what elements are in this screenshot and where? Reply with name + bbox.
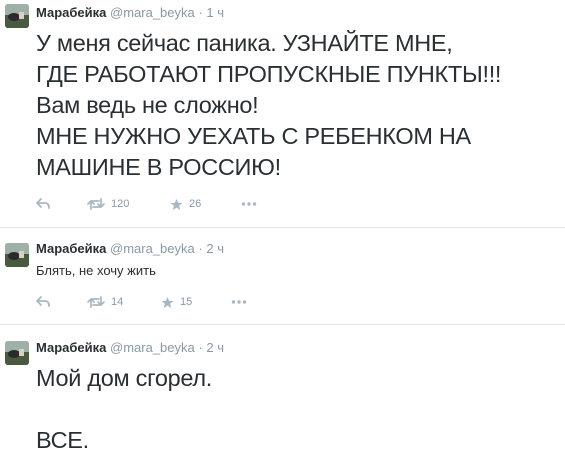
more-button[interactable]	[231, 294, 247, 310]
tweet[interactable]: Марабейка @mara_beyka · 2 ч Блять, не хо…	[0, 228, 565, 323]
reply-icon	[36, 296, 50, 308]
more-dots-icon	[241, 201, 257, 207]
author-name[interactable]: Марабейка	[36, 5, 106, 20]
retweet-button[interactable]: 14	[87, 294, 123, 310]
timestamp[interactable]: 2 ч	[206, 340, 224, 355]
star-icon	[161, 296, 174, 309]
retweet-count: 14	[111, 296, 124, 308]
reply-button[interactable]	[36, 294, 50, 310]
separator: ·	[198, 5, 203, 20]
reply-icon	[36, 198, 50, 210]
retweet-icon	[87, 296, 105, 308]
retweet-button[interactable]: 120	[87, 196, 129, 212]
author-name[interactable]: Марабейка	[36, 340, 106, 355]
avatar[interactable]	[5, 4, 29, 28]
retweet-icon	[87, 198, 105, 210]
favorite-count: 26	[189, 198, 202, 210]
tweet-text: Блять, не хочу жить	[36, 263, 156, 278]
star-icon	[170, 198, 183, 211]
more-button[interactable]	[241, 196, 257, 212]
retweet-count: 120	[111, 198, 130, 210]
tweet[interactable]: Марабейка @mara_beyka · 2 ч Мой дом сгор…	[0, 325, 565, 468]
author-handle[interactable]: @mara_beyka	[110, 241, 195, 256]
tweet-header: Марабейка @mara_beyka · 2 ч	[36, 241, 224, 257]
favorite-button[interactable]: 15	[161, 294, 192, 310]
reply-button[interactable]	[36, 196, 50, 212]
tweet-text: У меня сейчас паника. УЗНАЙТЕ МНЕ, ГДЕ Р…	[36, 30, 502, 180]
more-dots-icon	[231, 299, 247, 305]
tweet[interactable]: Марабейка @mara_beyka · 1 ч У меня сейча…	[0, 0, 565, 226]
tweet-header: Марабейка @mara_beyka · 1 ч	[36, 5, 224, 21]
timestamp[interactable]: 1 ч	[206, 5, 224, 20]
avatar[interactable]	[5, 341, 29, 365]
separator: ·	[198, 340, 203, 355]
separator: ·	[198, 241, 203, 256]
author-name[interactable]: Марабейка	[36, 241, 106, 256]
timestamp[interactable]: 2 ч	[206, 241, 224, 256]
favorite-button[interactable]: 26	[170, 196, 201, 212]
avatar[interactable]	[5, 243, 29, 267]
author-handle[interactable]: @mara_beyka	[110, 340, 195, 355]
favorite-count: 15	[180, 296, 193, 308]
tweet-text: Мой дом сгорел. ВСЕ.	[36, 365, 213, 453]
tweet-header: Марабейка @mara_beyka · 2 ч	[36, 340, 224, 356]
author-handle[interactable]: @mara_beyka	[110, 5, 195, 20]
